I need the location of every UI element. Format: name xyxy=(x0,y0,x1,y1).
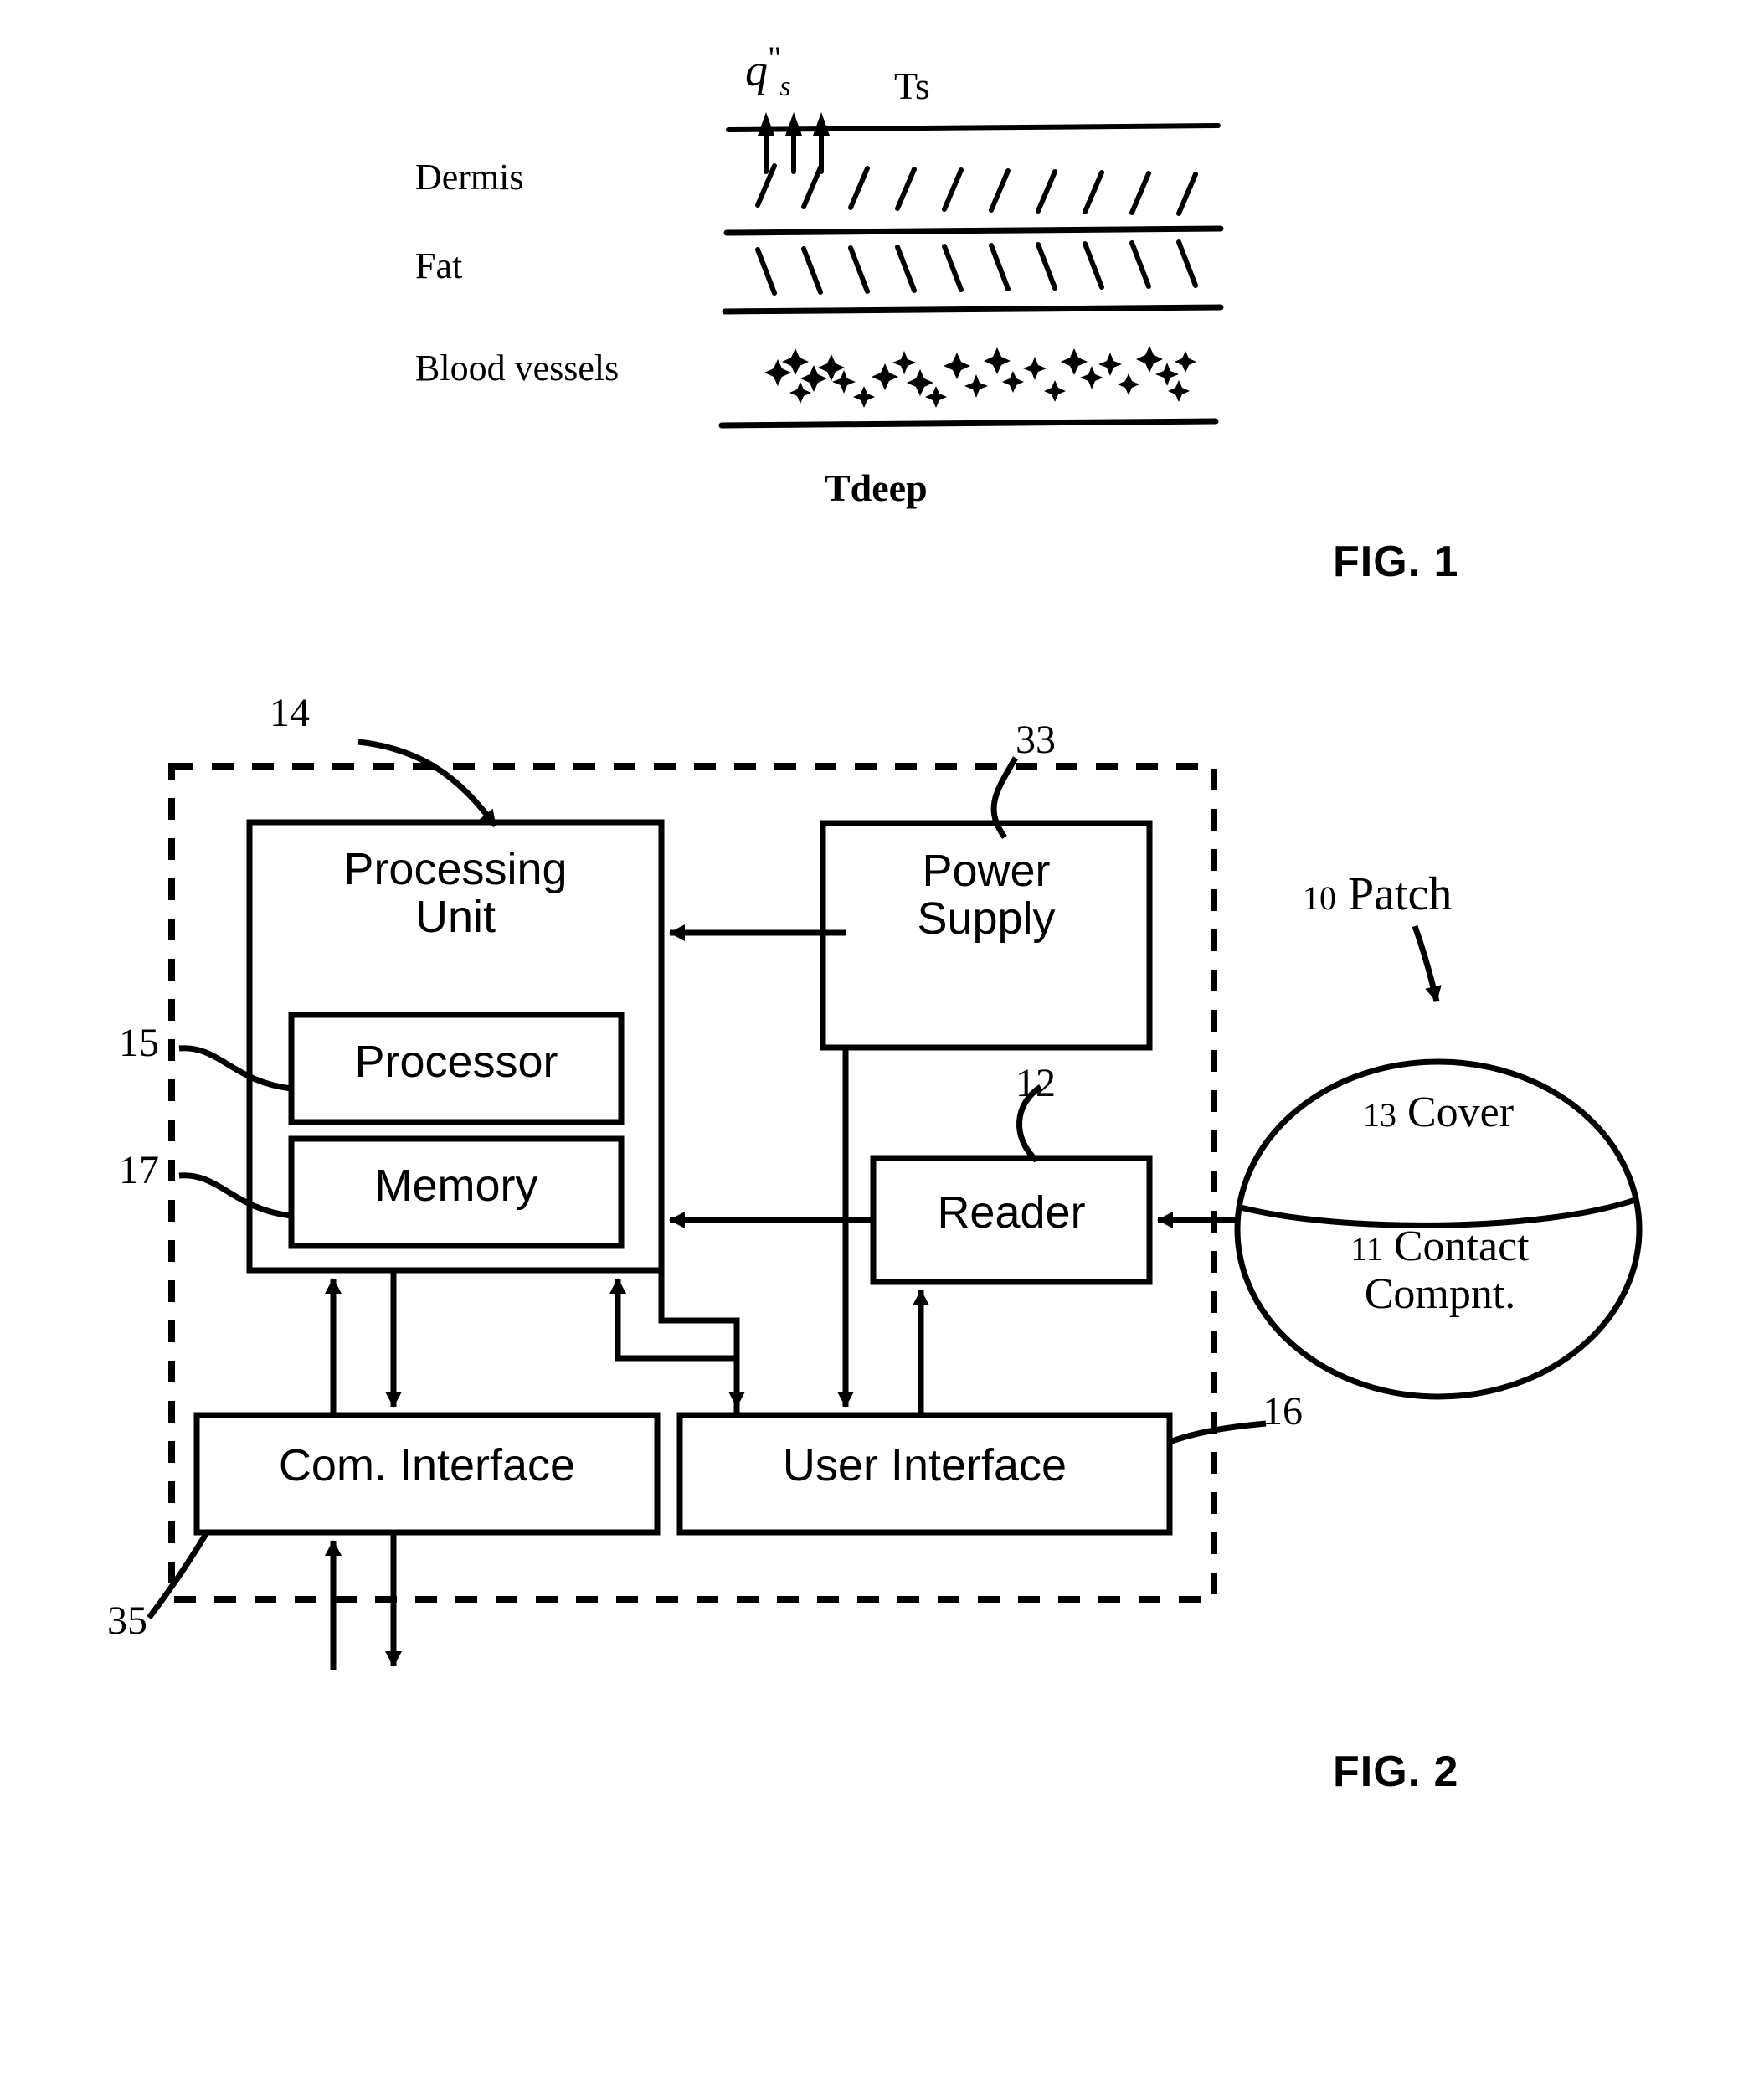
ref-numeral-15: 15 xyxy=(119,1021,159,1065)
ref-numeral-16: 16 xyxy=(1263,1389,1303,1434)
processing-unit-label: Processing Unit xyxy=(343,844,568,943)
patch-title: 10 Patch xyxy=(1303,871,1452,918)
com-interface-label: Com. Interface xyxy=(278,1440,576,1490)
figure2-caption: FIG. 2 xyxy=(1333,1748,1459,1796)
user-interface-label: User Interface xyxy=(782,1440,1067,1490)
ref-numeral-12: 12 xyxy=(1016,1061,1056,1105)
patch-contact-text: Contact Compnt. xyxy=(1364,1223,1530,1319)
leader-16 xyxy=(1168,1420,1267,1445)
ref-numeral-14: 14 xyxy=(270,691,310,735)
patch-contact-label: 11 Contact Compnt. xyxy=(1256,1223,1624,1318)
ref-numeral-33: 33 xyxy=(1016,718,1056,762)
leader-14 xyxy=(357,739,498,828)
leader-10 xyxy=(1412,924,1442,1002)
patent-figure-page: Dermis Fat Blood vessels q"s Ts Tdeep FI… xyxy=(0,0,1764,2090)
ref-numeral-17: 17 xyxy=(119,1148,159,1192)
power-supply-label: Power Supply xyxy=(917,846,1056,945)
patch-title-text: Patch xyxy=(1348,868,1453,920)
patch-ref-13: 13 xyxy=(1362,1096,1396,1134)
patch-ref-10: 10 xyxy=(1303,879,1336,917)
patch-ref-11: 11 xyxy=(1350,1230,1383,1268)
arrow-processing-to-user xyxy=(658,1273,745,1408)
arrow-user-to-processing xyxy=(609,1278,740,1415)
leader-35 xyxy=(147,1532,208,1620)
reader-label: Reader xyxy=(937,1187,1086,1238)
ref-numeral-35: 35 xyxy=(107,1598,147,1643)
patch-cover-label: 13 Cover xyxy=(1271,1089,1606,1136)
figure2-drawing xyxy=(147,739,1643,1670)
processor-label: Processor xyxy=(354,1037,558,1087)
patch-cover-text: Cover xyxy=(1407,1089,1515,1136)
memory-label: Memory xyxy=(374,1161,538,1211)
